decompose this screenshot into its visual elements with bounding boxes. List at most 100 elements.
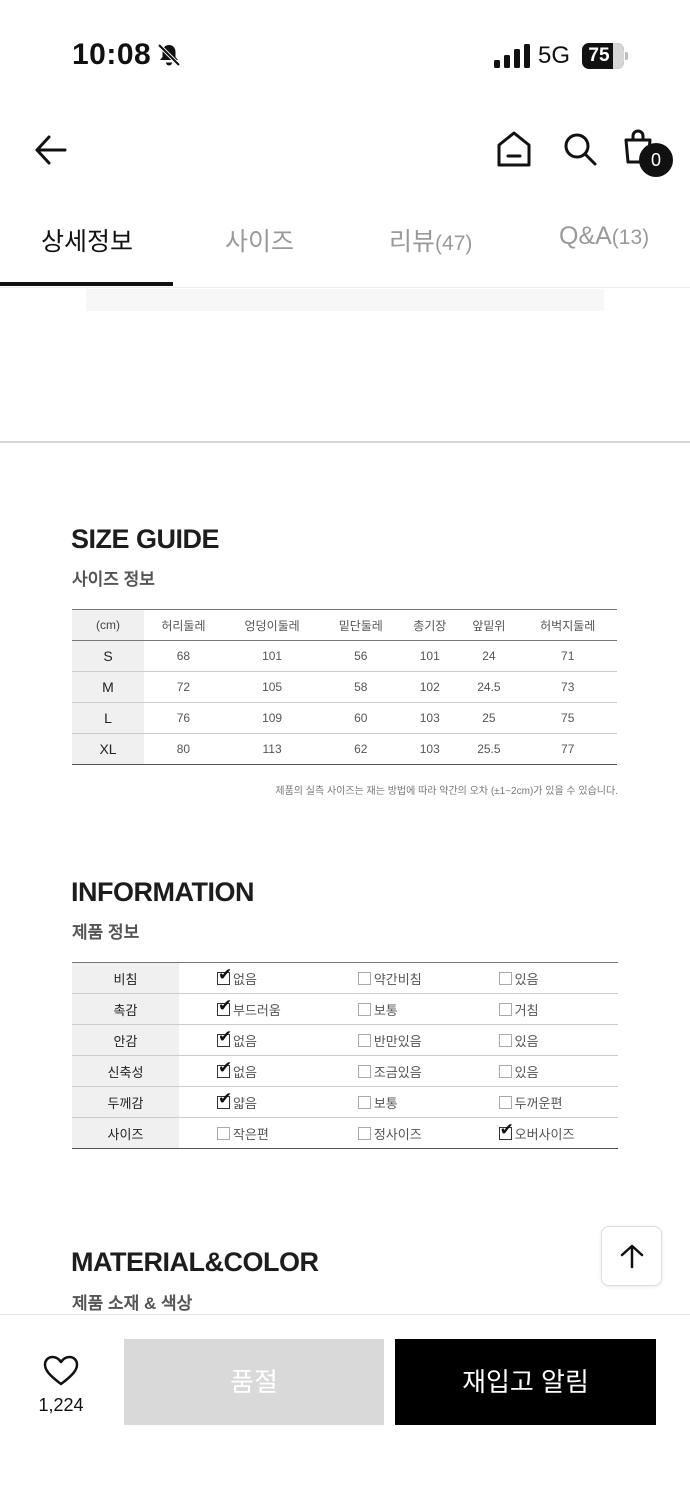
info-option-label: 있음 <box>514 1033 539 1049</box>
checkbox-checked-icon <box>498 1120 514 1140</box>
back-arrow-icon[interactable] <box>34 133 68 167</box>
size-guide-title: SIZE GUIDE <box>71 524 220 554</box>
table-cell: 80 <box>176 742 191 756</box>
info-option: 얇음 <box>179 1087 320 1118</box>
table-cell: 24.5 <box>477 680 501 694</box>
column-header: 엉덩이둘레 <box>244 618 300 633</box>
checkbox-checked-icon <box>217 1058 232 1078</box>
info-option: 두꺼운편 <box>461 1087 618 1118</box>
table-cell: 105 <box>262 680 283 694</box>
info-row-label: 촉감 <box>72 993 179 1025</box>
table-cell: 103 <box>419 742 440 756</box>
info-option: 없음 <box>179 1025 320 1056</box>
home-icon[interactable] <box>496 130 532 168</box>
search-icon[interactable] <box>562 131 598 167</box>
table-cell: 72 <box>176 680 191 694</box>
info-option-label: 거침 <box>514 1002 539 1018</box>
info-option: 부드러움 <box>179 994 320 1025</box>
table-row: S 68 101 56 101 24 71 <box>72 640 617 672</box>
table-cell: 56 <box>354 649 368 663</box>
table-cell: 75 <box>561 711 575 725</box>
table-cell: 25.5 <box>477 742 501 756</box>
battery-icon: 75 <box>582 43 628 69</box>
info-option-label: 얇음 <box>233 1095 257 1111</box>
table-cell: 58 <box>354 680 368 694</box>
restock-alert-button[interactable]: 재입고 알림 <box>395 1339 656 1425</box>
table-cell: 77 <box>561 742 575 756</box>
checkbox-icon <box>357 1034 371 1047</box>
info-option: 조금있음 <box>320 1056 461 1087</box>
checkbox-checked-icon <box>217 996 232 1016</box>
checkbox-icon <box>357 1127 371 1140</box>
checkbox-icon <box>498 1065 512 1078</box>
checkbox-icon <box>217 1127 230 1140</box>
table-cell: 109 <box>262 711 283 725</box>
table-row: M 72 105 58 102 24.5 73 <box>72 671 617 703</box>
battery-percent: 75 <box>588 45 610 66</box>
info-option: 보통 <box>320 994 461 1025</box>
table-row: XL 80 113 62 103 25.5 77 <box>72 733 617 765</box>
checkbox-icon <box>357 1065 371 1078</box>
info-option-label: 정사이즈 <box>373 1126 422 1142</box>
checkbox-icon <box>498 1003 512 1016</box>
info-option-label: 반만있음 <box>373 1033 422 1049</box>
tab-count: (47) <box>435 232 473 255</box>
info-option-label: 부드러움 <box>233 1002 281 1018</box>
info-option: 있음 <box>461 1056 618 1087</box>
checkbox-icon <box>357 972 371 985</box>
size-table: (cm) 허리둘레 엉덩이둘레 밑단둘레 총기장 앞밑위 허벅지둘레 S 68 … <box>72 609 617 765</box>
scroll-top-button[interactable] <box>601 1226 662 1286</box>
table-cell: 101 <box>419 649 440 663</box>
info-option: 정사이즈 <box>320 1118 461 1149</box>
size-label: L <box>72 702 144 734</box>
status-bar: 10:08 5G 75 <box>0 0 690 110</box>
info-row: 두께감 얇음 보통 두꺼운편 <box>72 1086 618 1118</box>
checkbox-icon <box>357 1003 371 1016</box>
tab-count: (13) <box>611 226 650 249</box>
info-option-label: 보통 <box>373 1002 398 1018</box>
info-option: 보통 <box>320 1087 461 1118</box>
info-option-label: 보통 <box>373 1095 398 1111</box>
table-cell: 103 <box>419 711 440 725</box>
table-cell: 62 <box>354 742 368 756</box>
column-header: 앞밑위 <box>472 618 506 633</box>
info-row-label: 두께감 <box>72 1086 179 1118</box>
signal-icon <box>494 44 530 68</box>
info-option: 없음 <box>179 963 320 994</box>
active-tab-indicator <box>0 282 173 286</box>
table-cell: 76 <box>176 711 191 725</box>
bell-slash-icon <box>157 43 181 67</box>
size-label: M <box>72 671 144 703</box>
heart-icon[interactable] <box>43 1355 79 1387</box>
information-subtitle: 제품 정보 <box>72 923 140 942</box>
size-table-header: (cm) 허리둘레 엉덩이둘레 밑단둘레 총기장 앞밑위 허벅지둘레 <box>72 609 617 641</box>
checkbox-icon <box>498 972 512 985</box>
cart-count-badge: 0 <box>639 143 673 177</box>
checkbox-icon <box>357 1096 371 1109</box>
cart-button[interactable]: 0 <box>622 128 676 178</box>
tab-review[interactable]: 리뷰(47) <box>389 222 472 258</box>
tab-size[interactable]: 사이즈 <box>225 222 294 258</box>
info-option-label: 있음 <box>514 971 539 987</box>
info-option: 거침 <box>461 994 618 1025</box>
tab-qna[interactable]: Q&A(13) <box>559 222 649 251</box>
info-row: 신축성 없음 조금있음 있음 <box>72 1055 618 1087</box>
material-title: MATERIAL&COLOR <box>71 1247 319 1277</box>
table-cell: 24 <box>482 649 496 663</box>
info-option-label: 없음 <box>233 971 257 987</box>
info-option: 오버사이즈 <box>461 1118 618 1149</box>
table-cell: 60 <box>354 711 368 725</box>
like-count: 1,224 <box>38 1395 84 1415</box>
table-cell: 71 <box>561 649 575 663</box>
material-subtitle: 제품 소재 & 색상 <box>72 1294 193 1313</box>
table-cell: 113 <box>262 742 282 756</box>
column-header: 밑단둘레 <box>338 618 383 633</box>
tab-detail[interactable]: 상세정보 <box>41 222 133 258</box>
soldout-button[interactable]: 품절 <box>124 1339 384 1425</box>
tab-label: Q&A <box>559 222 612 250</box>
column-header: 총기장 <box>413 618 447 633</box>
info-option: 약간비침 <box>320 963 461 994</box>
info-row: 안감 없음 반만있음 있음 <box>72 1024 618 1056</box>
checkbox-icon <box>498 1096 512 1109</box>
size-label: XL <box>72 733 144 765</box>
